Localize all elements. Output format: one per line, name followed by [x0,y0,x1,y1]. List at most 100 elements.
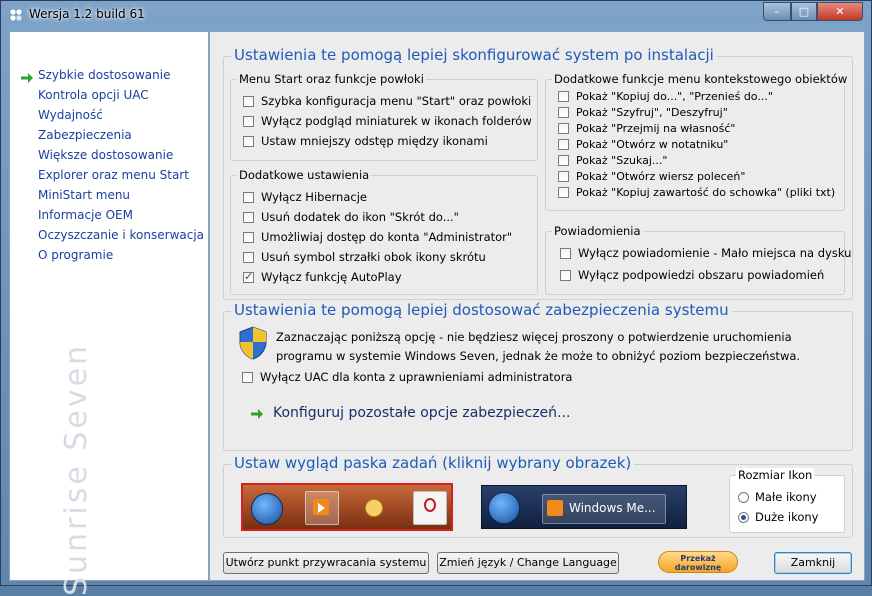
option-label: Pokaż "Otwórz w notatniku" [576,138,729,151]
option-label: Pokaż "Szukaj..." [576,154,668,167]
checkbox[interactable] [243,252,254,263]
option-label: Pokaż "Przejmij na własność" [576,122,736,135]
group-menu-start-title: Menu Start oraz funkcje powłoki [237,72,426,86]
radio-small-icons[interactable]: Małe ikony [738,490,817,504]
checkbox[interactable] [558,107,569,118]
option-disable-autoplay[interactable]: Wyłącz funkcję AutoPlay [243,270,402,284]
taskbar-style-2-preview[interactable]: Windows Me... [481,485,687,529]
option-encrypt-decrypt[interactable]: Pokaż "Szyfruj", "Deszyfruj" [558,106,728,119]
option-label: Umożliwiaj dostęp do konta "Administrato… [261,230,513,244]
start-orb-icon [251,493,283,525]
option-label: Pokaż "Kopiuj zawartość do schowka" (pli… [576,186,836,199]
option-disable-low-disk[interactable]: Wyłącz powiadomienie - Mało miejsca na d… [560,246,851,260]
title-bar[interactable]: Wersja 1.2 build 61 – □ ✕ [1,1,871,29]
shield-icon [239,326,267,360]
sidebar-item-kontrola-uac[interactable]: Kontrola opcji UAC [38,88,149,102]
app-icon [10,9,22,21]
start-orb-icon [488,492,520,524]
checkbox[interactable] [243,212,254,223]
group-notifications-title: Powiadomienia [552,224,643,238]
option-disable-uac[interactable]: Wyłącz UAC dla konta z uprawnieniami adm… [242,370,572,384]
sidebar-item-szybkie-dostosowanie[interactable]: Szybkie dostosowanie [38,68,170,82]
section1-title: Ustawienia te pomogą lepiej skonfigurowa… [231,46,717,64]
paint-icon [413,491,447,525]
radio-label: Duże ikony [755,510,819,524]
checkbox[interactable] [243,192,254,203]
media-player-icon [305,491,339,525]
group-menu-start: Menu Start oraz funkcje powłoki Szybka k… [230,72,538,161]
option-label: Szybka konfiguracja menu "Start" oraz po… [261,94,532,108]
checkbox[interactable] [558,155,569,166]
taskbar-window-button: Windows Me... [542,494,666,524]
taskbar-style-1-preview[interactable] [241,483,453,531]
messenger-icon [365,499,383,517]
option-label: Wyłącz podgląd miniaturek w ikonach fold… [261,114,532,128]
checkbox[interactable] [243,136,254,147]
sidebar-item-wieksze-dostosowanie[interactable]: Większe dostosowanie [38,148,173,162]
option-open-in-notepad[interactable]: Pokaż "Otwórz w notatniku" [558,138,728,151]
sidebar-item-informacje-oem[interactable]: Informacje OEM [38,208,133,222]
checkbox[interactable] [558,187,569,198]
option-remove-shortcut-arrow[interactable]: Usuń symbol strzałki obok ikony skrótu [243,250,486,264]
option-search[interactable]: Pokaż "Szukaj..." [558,154,667,167]
checkbox[interactable] [558,91,569,102]
checkbox[interactable] [243,232,254,243]
sidebar-item-wydajnosc[interactable]: Wydajność [38,108,103,122]
option-label: Pokaż "Szyfruj", "Deszyfruj" [576,106,728,119]
donate-line2: darowiznę [674,563,722,572]
option-label: Usuń symbol strzałki obok ikony skrótu [261,250,486,264]
minimize-button[interactable]: – [763,2,791,21]
restore-point-button[interactable]: Utwórz punkt przywracania systemu [223,552,429,574]
donate-button[interactable]: Przekaż darowiznę [658,551,738,573]
option-disable-tray-tips[interactable]: Wyłącz podpowiedzi obszaru powiadomień [560,268,824,282]
main-panel: Ustawienia te pomogą lepiej skonfigurowa… [209,31,865,581]
option-disable-thumbnails[interactable]: Wyłącz podgląd miniaturek w ikonach fold… [243,114,532,128]
section-security: Ustawienia te pomogą lepiej dostosować z… [223,301,853,451]
section2-title: Ustawienia te pomogą lepiej dostosować z… [231,301,732,319]
taskbar-window-label: Windows Me... [569,501,656,515]
maximize-button[interactable]: □ [791,2,817,21]
option-disable-hibernation[interactable]: Wyłącz Hibernacje [243,190,367,204]
checkbox[interactable] [558,123,569,134]
radio-button[interactable] [738,492,749,503]
section-configure-system: Ustawienia te pomogą lepiej skonfigurowa… [223,46,853,300]
sidebar-item-explorer-menu-start[interactable]: Explorer oraz menu Start [38,168,189,182]
radio-label: Małe ikony [755,490,817,504]
security-info-line1: Zaznaczając poniższą opcję - nie będzies… [276,330,792,344]
option-take-ownership[interactable]: Pokaż "Przejmij na własność" [558,122,735,135]
checkbox[interactable] [560,270,571,281]
sidebar-watermark: Sunrise Seven [59,342,95,596]
change-language-button[interactable]: Zmień język / Change Language [437,552,619,574]
option-open-command-prompt[interactable]: Pokaż "Otwórz wiersz poleceń" [558,170,745,183]
checkbox[interactable] [242,372,253,383]
checkbox[interactable] [558,171,569,182]
radio-large-icons[interactable]: Duże ikony [738,510,819,524]
option-quick-start-config[interactable]: Szybka konfiguracja menu "Start" oraz po… [243,94,531,108]
window-title: Wersja 1.2 build 61 [29,7,145,21]
option-copy-move-to[interactable]: Pokaż "Kopiuj do...", "Przenieś do..." [558,90,773,103]
checkbox[interactable] [560,248,571,259]
arrow-right-icon [21,73,33,83]
sidebar-item-o-programie[interactable]: O programie [38,248,113,262]
section3-title: Ustaw wygląd paska zadań (kliknij wybran… [231,454,635,472]
checkbox[interactable] [243,116,254,127]
sidebar-item-oczyszczanie[interactable]: Oczyszczanie i konserwacja [38,228,204,242]
option-label: Wyłącz funkcję AutoPlay [261,270,402,284]
sidebar-item-ministart-menu[interactable]: MiniStart menu [38,188,130,202]
option-copy-contents[interactable]: Pokaż "Kopiuj zawartość do schowka" (pli… [558,186,835,199]
configure-security-link[interactable]: Konfiguruj pozostałe opcje zabezpieczeń.… [273,405,570,421]
sidebar: Szybkie dostosowanie Kontrola opcji UAC … [9,31,209,596]
close-button[interactable]: Zamknij [774,552,852,574]
close-window-button[interactable]: ✕ [817,2,863,21]
radio-button-checked[interactable] [738,512,749,523]
checkbox-checked[interactable] [243,270,254,283]
option-remove-shortcut-text[interactable]: Usuń dodatek do ikon "Skrót do..." [243,210,459,224]
group-extra-settings: Dodatkowe ustawienia Wyłącz Hibernacje U… [230,168,538,295]
arrow-right-icon [251,409,263,419]
option-icon-spacing[interactable]: Ustaw mniejszy odstęp między ikonami [243,134,488,148]
checkbox[interactable] [558,139,569,150]
group-notifications: Powiadomienia Wyłącz powiadomienie - Mał… [545,224,851,295]
option-enable-administrator[interactable]: Umożliwiaj dostęp do konta "Administrato… [243,230,512,244]
sidebar-item-zabezpieczenia[interactable]: Zabezpieczenia [38,128,132,142]
checkbox[interactable] [243,96,254,107]
